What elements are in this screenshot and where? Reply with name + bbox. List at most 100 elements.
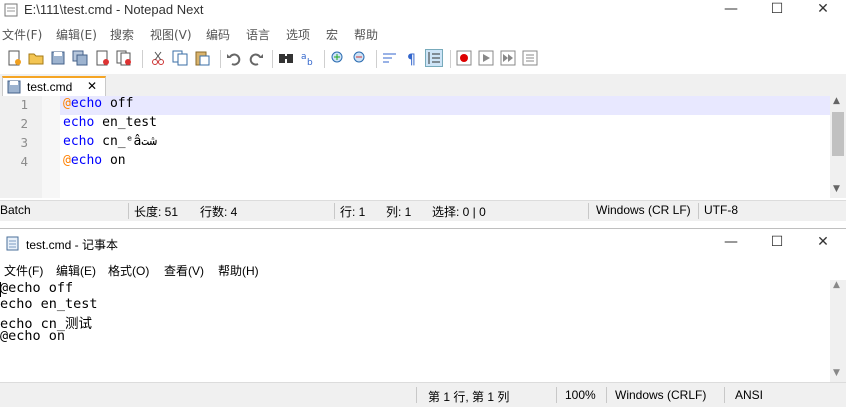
svg-text:b: b <box>307 58 313 66</box>
status-separator <box>606 387 607 403</box>
save-all-icon[interactable] <box>72 50 88 66</box>
notepad-next-app-icon <box>4 3 18 17</box>
close-all-icon[interactable] <box>116 50 132 66</box>
new-file-icon[interactable] <box>6 50 22 66</box>
status-zoom: 100% <box>565 388 596 402</box>
tab-label: test.cmd <box>27 80 73 94</box>
notepad-menubar: 文件(F) 编辑(E) 格式(O) 查看(V) 帮助(H) <box>0 258 846 280</box>
copy-icon[interactable] <box>172 50 188 66</box>
close-button[interactable]: ✕ <box>800 233 846 253</box>
status-language: Batch <box>0 203 31 217</box>
vertical-scrollbar[interactable]: ▲ ▼ <box>830 96 846 198</box>
find-icon[interactable] <box>278 50 294 66</box>
play-macro-icon[interactable] <box>478 50 494 66</box>
menu-help[interactable]: 帮助 <box>354 26 378 43</box>
code-line: @echo off <box>63 96 134 111</box>
menu-options[interactable]: 选项 <box>286 26 310 43</box>
replace-icon[interactable]: ab <box>300 50 316 66</box>
menu-macro[interactable]: 宏 <box>326 26 338 43</box>
window-title: test.cmd - 记事本 <box>26 238 119 252</box>
maximize-button[interactable]: ☐ <box>754 0 800 20</box>
status-cursor-line: 行: 1 <box>340 205 366 219</box>
status-separator <box>556 387 557 403</box>
menu-encoding[interactable]: 编码 <box>206 26 230 43</box>
paste-icon[interactable] <box>194 50 210 66</box>
line-number: 4 <box>20 154 28 169</box>
close-button[interactable]: ✕ <box>800 0 846 20</box>
status-separator <box>724 387 725 403</box>
text-area[interactable]: @echo off echo en_test echo cn_测试 @echo … <box>0 280 830 382</box>
minimize-button[interactable]: — <box>708 233 754 253</box>
current-line-highlight <box>60 96 830 115</box>
notepad-next-titlebar: E:\111\test.cmd - Notepad Next — ☐ ✕ <box>0 0 846 20</box>
status-separator <box>588 203 589 219</box>
zoom-in-icon[interactable] <box>330 50 346 66</box>
run-macro-multiple-icon[interactable] <box>500 50 516 66</box>
indent-guide-icon[interactable] <box>425 49 443 67</box>
window-title: E:\111\test.cmd - Notepad Next <box>24 2 204 17</box>
line-number: 3 <box>20 135 28 150</box>
status-length: 长度: 51 <box>134 205 179 219</box>
toolbar-separator <box>142 50 143 68</box>
cut-icon[interactable] <box>150 50 166 66</box>
scroll-up-icon[interactable]: ▲ <box>833 280 840 290</box>
menu-edit[interactable]: 编辑(E) <box>56 262 96 279</box>
menu-view[interactable]: 查看(V) <box>164 262 204 279</box>
redo-icon[interactable] <box>248 50 264 66</box>
open-file-icon[interactable] <box>28 50 44 66</box>
line-number: 2 <box>20 116 28 131</box>
vertical-scrollbar[interactable]: ▲ ▼ <box>830 280 846 382</box>
status-encoding: ANSI <box>735 388 764 402</box>
status-separator <box>334 203 335 219</box>
zoom-out-icon[interactable] <box>352 50 368 66</box>
status-cursor-column: 列: 1 <box>386 205 412 219</box>
record-macro-icon[interactable] <box>456 50 472 66</box>
scroll-up-icon[interactable]: ▲ <box>833 96 840 106</box>
menu-edit[interactable]: 编辑(E) <box>56 26 97 43</box>
status-encoding[interactable]: UTF-8 <box>704 203 738 217</box>
saved-file-icon <box>7 80 21 94</box>
notepad-app-icon <box>6 236 19 251</box>
minimize-button[interactable]: — <box>708 0 754 20</box>
menu-format[interactable]: 格式(O) <box>108 262 149 279</box>
notepad-next-menubar: 文件(F) 编辑(E) 搜索 视图(V) 编码 语言 选项 宏 帮助 <box>0 24 846 44</box>
menu-help[interactable]: 帮助(H) <box>218 262 259 279</box>
status-selection: 选择: 0 | 0 <box>432 205 486 219</box>
menu-search[interactable]: 搜索 <box>110 26 134 43</box>
maximize-button[interactable]: ☐ <box>754 233 800 253</box>
code-line: echo en_test <box>63 115 157 130</box>
status-cursor-position: 第 1 行, 第 1 列 <box>428 390 510 404</box>
line-number-gutter: 1 2 3 4 <box>0 96 42 198</box>
save-macro-icon[interactable] <box>522 50 538 66</box>
status-separator <box>698 203 699 219</box>
menu-file[interactable]: 文件(F) <box>2 26 42 43</box>
svg-text:a: a <box>301 52 307 62</box>
toolbar-separator <box>272 50 273 68</box>
tab-close-button[interactable]: ✕ <box>87 79 97 93</box>
scroll-down-icon[interactable]: ▼ <box>833 184 840 194</box>
status-eol: Windows (CRLF) <box>615 388 707 402</box>
scroll-down-icon[interactable]: ▼ <box>833 368 840 378</box>
notepad-statusbar: 第 1 行, 第 1 列 100% Windows (CRLF) ANSI <box>0 382 846 407</box>
status-separator <box>128 203 129 219</box>
scrollbar-thumb[interactable] <box>832 112 844 156</box>
code-editor[interactable]: 1 2 3 4 @echo off echo en_test echo cn_ᵉ… <box>0 96 830 198</box>
show-symbols-icon[interactable]: ¶ <box>404 50 420 66</box>
undo-icon[interactable] <box>226 50 242 66</box>
close-icon[interactable] <box>94 50 110 66</box>
menu-language[interactable]: 语言 <box>246 26 270 43</box>
menu-view[interactable]: 视图(V) <box>150 26 192 43</box>
tab-bar: test.cmd ✕ <box>0 74 846 97</box>
toolbar-separator <box>450 50 451 68</box>
tab-test-cmd[interactable]: test.cmd ✕ <box>2 76 106 96</box>
status-separator <box>416 387 417 403</box>
save-icon[interactable] <box>50 50 66 66</box>
toolbar-separator <box>324 50 325 68</box>
word-wrap-icon[interactable] <box>382 50 398 66</box>
fold-margin[interactable] <box>42 96 60 198</box>
text-line: @echo on <box>0 328 66 344</box>
menu-file[interactable]: 文件(F) <box>4 262 43 279</box>
status-eol[interactable]: Windows (CR LF) <box>596 203 691 217</box>
text-line: echo en_test <box>0 296 98 312</box>
notepad-next-statusbar: Batch 长度: 51 行数: 4 行: 1 列: 1 选择: 0 | 0 W… <box>0 200 846 221</box>
